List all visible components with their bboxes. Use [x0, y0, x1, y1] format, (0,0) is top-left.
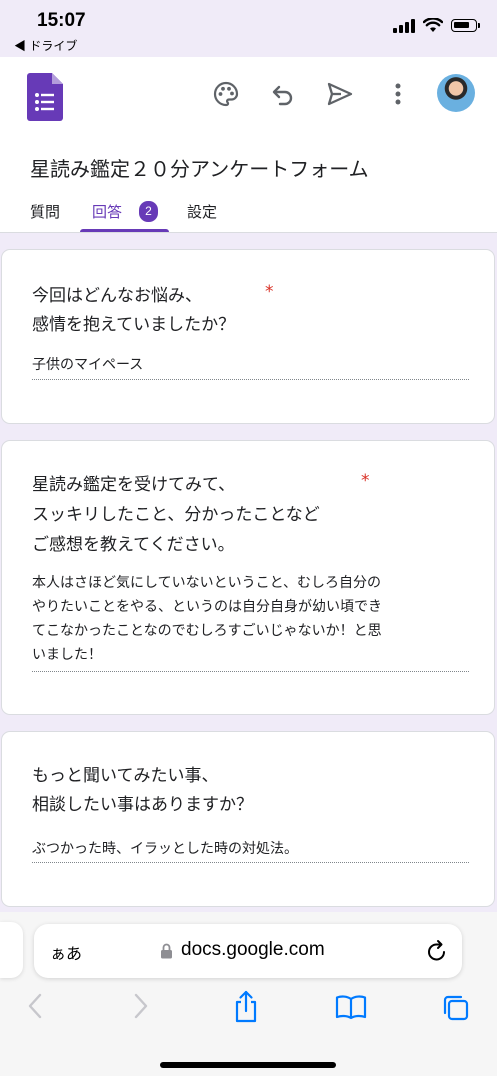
reload-icon[interactable]: [426, 939, 448, 963]
status-bar: 15:07 ◀ ドライブ: [0, 0, 497, 57]
responses-count-badge: 2: [139, 201, 158, 222]
page-settings-button[interactable]: ぁあ: [50, 940, 82, 964]
question-text-line1: もっと聞いてみたい事、: [32, 766, 219, 786]
answer-underline: [32, 671, 469, 672]
wifi-icon: [423, 18, 443, 32]
answer-underline: [32, 862, 469, 863]
question-text-line3: ご感想を教えてください。: [32, 535, 235, 555]
answer-underline: [32, 379, 469, 380]
answer-text: 子供のマイペース: [32, 357, 144, 373]
tab-questions[interactable]: 質問: [30, 201, 60, 222]
previous-tab-preview[interactable]: [0, 922, 23, 978]
required-asterisk: *: [361, 471, 370, 491]
url-text[interactable]: docs.google.com: [181, 939, 325, 961]
tab-settings[interactable]: 設定: [187, 201, 217, 222]
status-icons: [393, 18, 480, 33]
question-text-line2: 相談したい事はありますか？: [32, 795, 253, 815]
share-icon[interactable]: [232, 990, 260, 1024]
answer-text-line1: 本人はさほど気にしていないということ、むしろ自分の: [32, 575, 382, 591]
palette-icon[interactable]: [211, 79, 241, 109]
send-icon[interactable]: [325, 79, 355, 109]
question-text-line1: 今回はどんなお悩み、: [32, 286, 202, 306]
answer-text: ぶつかった時、イラッとした時の対処法。: [32, 841, 298, 857]
battery-icon: [451, 19, 480, 32]
address-bar[interactable]: ぁあ docs.google.com: [34, 924, 462, 978]
question-text-line2: 感情を抱えていましたか？: [32, 315, 236, 335]
back-to-app-link[interactable]: ◀ ドライブ: [14, 37, 77, 54]
forward-chevron-icon[interactable]: [132, 992, 150, 1020]
account-avatar[interactable]: [437, 74, 475, 112]
home-indicator: [160, 1062, 336, 1068]
answer-text-line2: やりたいことをやる、というのは自分自身が幼い頃でき: [32, 599, 382, 615]
undo-icon[interactable]: [268, 79, 298, 109]
safari-bottom-bar: ぁあ docs.google.com: [0, 912, 497, 1076]
lock-icon: [161, 943, 172, 959]
google-forms-logo-icon[interactable]: [27, 73, 63, 121]
form-title: 星読み鑑定２０分アンケートフォーム: [30, 157, 369, 181]
response-card-2: 星読み鑑定を受けてみて、 スッキリしたこと、分かったことなど ご感想を教えてくだ…: [1, 440, 495, 715]
header-divider: [0, 232, 497, 233]
response-card-1: 今回はどんなお悩み、 感情を抱えていましたか？ * 子供のマイペース: [1, 249, 495, 424]
answer-text-line3: てこなかったことなのでむしろすごいじゃないか！と思: [32, 623, 382, 639]
answer-text-line4: いました！: [32, 647, 102, 663]
tabs-icon[interactable]: [442, 994, 470, 1022]
question-text-line1: 星読み鑑定を受けてみて、: [32, 475, 236, 495]
bookmarks-icon[interactable]: [335, 994, 367, 1020]
more-vert-icon[interactable]: [383, 79, 413, 109]
cellular-signal-icon: [393, 18, 415, 33]
tab-responses[interactable]: 回答: [92, 201, 122, 222]
response-card-3: もっと聞いてみたい事、 相談したい事はありますか？ ぶつかった時、イラッとした時…: [1, 731, 495, 907]
question-text-line2: スッキリしたこと、分かったことなど: [32, 505, 320, 525]
back-chevron-icon[interactable]: [26, 992, 44, 1020]
status-time: 15:07: [37, 10, 86, 31]
forms-header: 星読み鑑定２０分アンケートフォーム 質問 回答 2 設定: [0, 57, 497, 233]
required-asterisk: *: [265, 282, 274, 302]
